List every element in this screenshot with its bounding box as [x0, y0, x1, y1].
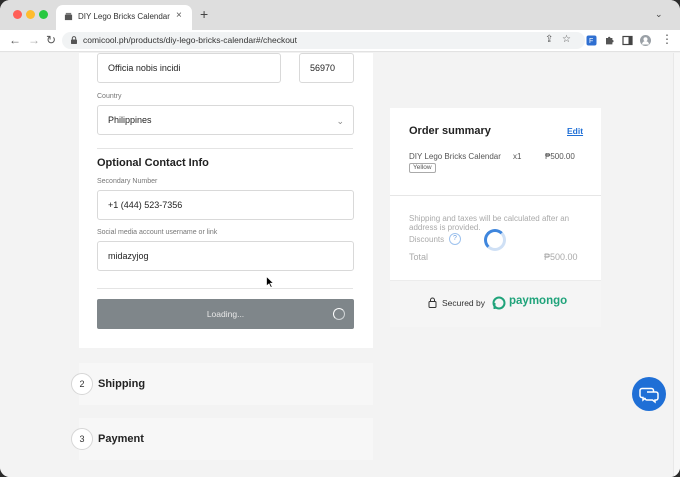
step-label-payment: Payment — [98, 433, 144, 445]
discounts-label: Discounts — [409, 235, 445, 244]
discount-help-icon[interactable]: ? — [449, 233, 461, 245]
browser-toolbar: ← → ↻ comicool.ph/products/diy-lego-bric… — [0, 30, 680, 52]
step-payment[interactable]: 3 Payment — [71, 418, 373, 460]
back-arrow-icon[interactable]: ← — [9, 33, 21, 47]
tab-close-icon[interactable]: × — [176, 10, 182, 21]
step-shipping[interactable]: 2 Shipping — [71, 363, 373, 405]
total-label: Total — [409, 252, 429, 262]
address-bar[interactable]: comicool.ph/products/diy-lego-bricks-cal… — [62, 32, 585, 49]
loading-label: Loading... — [206, 309, 245, 319]
country-select[interactable]: Philippines ⌄ — [97, 105, 354, 135]
optional-contact-title: Optional Contact Info — [97, 157, 209, 169]
tab-title: DIY Lego Bricks Calendar | Co — [78, 12, 172, 21]
step-number-shipping: 2 — [71, 373, 93, 395]
browser-menu-icon[interactable]: ⋮ — [661, 32, 673, 46]
minimize-window-button[interactable] — [26, 10, 35, 19]
site-favicon-icon — [64, 12, 73, 21]
secured-by-label: Secured by — [442, 298, 485, 308]
maximize-window-button[interactable] — [39, 10, 48, 19]
tab-active[interactable]: DIY Lego Bricks Calendar | Co × — [56, 5, 192, 30]
address-field[interactable]: Officia nobis incidi — [97, 53, 281, 83]
step-label-shipping: Shipping — [98, 378, 146, 390]
page-scrollbar[interactable] — [673, 53, 680, 477]
svg-text:F: F — [589, 38, 593, 45]
new-tab-button[interactable]: + — [200, 7, 208, 21]
lock-icon — [71, 36, 77, 44]
postal-code-value: 56970 — [310, 63, 336, 73]
item-variant-badge: Yellow — [409, 163, 436, 173]
chevron-down-icon: ⌄ — [336, 116, 344, 126]
extension-blue-icon[interactable]: F — [586, 35, 597, 46]
bookmark-star-icon[interactable]: ☆ — [562, 35, 571, 45]
extensions-puzzle-icon[interactable] — [604, 35, 615, 46]
section-divider — [97, 148, 353, 149]
edit-link[interactable]: Edit — [567, 126, 583, 136]
social-media-value: midazyjog — [108, 251, 149, 261]
paymongo-logo-icon — [492, 296, 506, 310]
item-price: ₱500.00 — [545, 152, 575, 161]
close-window-button[interactable] — [13, 10, 22, 19]
step-number-payment: 3 — [71, 428, 93, 450]
browser-window: DIY Lego Bricks Calendar | Co × + ⌄ ← → … — [0, 0, 680, 477]
contact-form-panel: Officia nobis incidi 56970 Country Phili… — [79, 53, 373, 348]
paymongo-wordmark: paymongo — [509, 295, 568, 307]
button-spinner-icon — [333, 308, 345, 320]
forward-arrow-icon[interactable]: → — [28, 33, 40, 47]
submit-loading-button[interactable]: Loading... — [97, 299, 354, 329]
side-panel-icon[interactable] — [622, 35, 633, 46]
share-icon[interactable]: ⇪ — [545, 35, 553, 45]
lock-icon — [428, 297, 437, 308]
secondary-number-label: Secondary Number — [97, 178, 158, 185]
secondary-number-input[interactable]: +1 (444) 523-7356 — [97, 190, 354, 220]
summary-divider — [390, 195, 601, 196]
secondary-number-value: +1 (444) 523-7356 — [108, 200, 183, 210]
section-divider — [97, 288, 353, 289]
summary-loading-spinner-icon — [484, 229, 506, 251]
total-value: ₱500.00 — [544, 252, 578, 262]
social-media-label: Social media account username or link — [97, 229, 218, 236]
mouse-cursor-icon — [266, 276, 274, 288]
url-text: comicool.ph/products/diy-lego-bricks-cal… — [83, 35, 298, 45]
secured-by-footer: Secured by paymongo — [390, 280, 601, 327]
reload-icon[interactable]: ↻ — [46, 33, 56, 47]
tab-strip: DIY Lego Bricks Calendar | Co × + ⌄ — [0, 0, 680, 30]
chat-bubble-icon — [639, 387, 659, 404]
postal-code-field[interactable]: 56970 — [299, 53, 354, 83]
order-summary-card: Order summary Edit DIY Lego Bricks Calen… — [390, 108, 601, 327]
country-value: Philippines — [108, 115, 152, 125]
profile-avatar-icon[interactable] — [640, 35, 651, 46]
country-label: Country — [97, 93, 122, 100]
item-name: DIY Lego Bricks Calendar — [409, 152, 501, 161]
address-value: Officia nobis incidi — [108, 63, 181, 73]
tab-search-chevron-icon[interactable]: ⌄ — [655, 9, 663, 20]
checkout-page: Officia nobis incidi 56970 Country Phili… — [0, 53, 680, 477]
item-quantity: x1 — [513, 152, 522, 161]
live-chat-button[interactable] — [632, 377, 666, 411]
order-summary-title: Order summary — [409, 125, 491, 137]
social-media-input[interactable]: midazyjog — [97, 241, 354, 271]
